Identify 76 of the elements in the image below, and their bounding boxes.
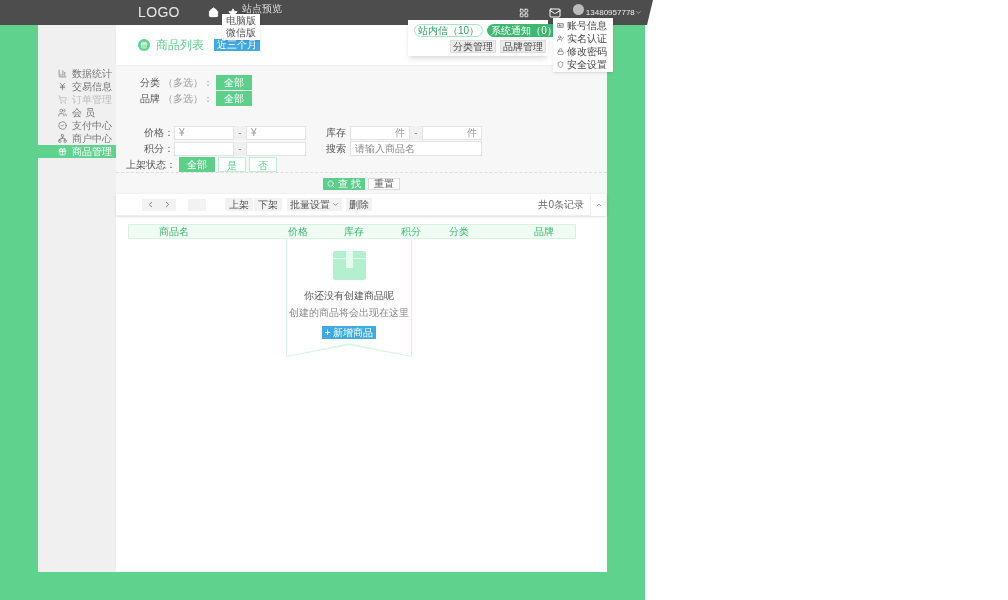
batch-settings-dropdown[interactable]: 批量设置	[287, 198, 342, 211]
column-header: 分类	[448, 225, 470, 238]
home-icon[interactable]	[207, 7, 219, 18]
points-max-field[interactable]	[246, 141, 306, 156]
management-button[interactable]: 品牌管理	[500, 40, 546, 53]
range-separator: -	[414, 126, 418, 139]
logo[interactable]: LOGO	[138, 2, 180, 23]
empty-title: 你还没有创建商品呢	[304, 289, 394, 303]
shelf-button[interactable]: 下架	[253, 198, 282, 211]
price-min-field[interactable]: ¥	[174, 125, 234, 140]
chevron-right-icon	[163, 200, 172, 209]
empty-subtitle: 创建的商品将会出现在这里	[289, 306, 409, 320]
user-menu-item[interactable]: 修改密码	[567, 45, 607, 58]
verify-icon	[557, 35, 564, 42]
column-header: 品牌	[533, 225, 555, 238]
sidebar-item[interactable]: 会 员	[38, 106, 116, 119]
message-tab[interactable]: 站内信（10）	[414, 24, 484, 37]
management-button[interactable]: 分类管理	[450, 40, 496, 53]
column-header: 积分	[400, 225, 422, 238]
stock-max-field[interactable]: 件	[422, 125, 482, 140]
shelf-button[interactable]: 上架	[224, 198, 253, 211]
previous-button[interactable]	[142, 198, 159, 211]
filter-label: 价格：	[143, 126, 174, 140]
sidebar-item[interactable]: 交易信息	[38, 80, 116, 93]
filter-hint: （多选）：	[163, 91, 213, 106]
price-max-field[interactable]: ¥	[246, 125, 306, 140]
user-menu-item[interactable]: 安全设置	[567, 58, 607, 71]
filter-hint: （多选）：	[163, 75, 213, 90]
chevron-left-icon	[146, 200, 155, 209]
stock-min-field[interactable]: 件	[350, 125, 410, 140]
user-menu-item[interactable]: 实名认证	[567, 32, 607, 45]
column-header: 商品名	[158, 225, 190, 238]
sidebar-icon	[58, 82, 67, 91]
menu-option[interactable]: 微信版	[226, 27, 256, 39]
column-header: 价格	[287, 225, 309, 238]
mail-icon[interactable]	[548, 6, 561, 19]
points-min-field[interactable]	[174, 141, 234, 156]
filter-label: 积分：	[143, 142, 174, 156]
sidebar-item[interactable]: 数据统计	[38, 67, 116, 80]
password-icon	[557, 48, 564, 55]
sidebar-icon	[58, 121, 67, 130]
sidebar-icon	[58, 95, 67, 104]
delete-button[interactable]: 删除	[346, 198, 372, 211]
filter-label: 品牌	[140, 91, 160, 106]
sidebar-icon	[58, 134, 67, 143]
range-separator: -	[238, 142, 242, 155]
gift-icon	[138, 39, 150, 51]
user-menu-item[interactable]: 账号信息	[567, 19, 607, 32]
record-count: 共0条记录	[538, 198, 584, 212]
account-icon	[557, 22, 564, 29]
sidebar-icon	[58, 108, 67, 117]
sidebar-icon	[58, 147, 67, 156]
filter-label: 搜索	[326, 142, 347, 156]
sidebar-icon	[58, 69, 67, 78]
add-product-button[interactable]: + 新增商品	[321, 326, 377, 339]
sidebar-item[interactable]: 支付中心	[38, 119, 116, 132]
security-icon	[557, 61, 564, 68]
search-field[interactable]: 请输入商品名	[350, 141, 482, 156]
column-header: 库存	[343, 225, 365, 238]
caret-icon[interactable]	[634, 9, 642, 16]
filter-label: 分类	[140, 75, 160, 90]
site-preview-link[interactable]: 站点预览	[241, 1, 282, 16]
package-icon	[332, 251, 366, 280]
filter-label: 上架状态：	[125, 157, 176, 172]
user-phone[interactable]: 13480957778	[585, 6, 635, 19]
grid-icon[interactable]	[518, 7, 529, 18]
avatar[interactable]	[572, 4, 584, 15]
sidebar-item[interactable]: 商户中心	[38, 132, 116, 145]
filter-label: 库存	[326, 126, 347, 140]
search-icon	[327, 179, 336, 188]
reset-button[interactable]: 重置	[367, 177, 400, 190]
range-separator: -	[238, 126, 242, 139]
next-button[interactable]	[159, 198, 176, 211]
caret-icon	[332, 201, 339, 208]
menu-option[interactable]: 电脑版	[226, 15, 256, 27]
page-title: 商品列表	[156, 37, 204, 54]
